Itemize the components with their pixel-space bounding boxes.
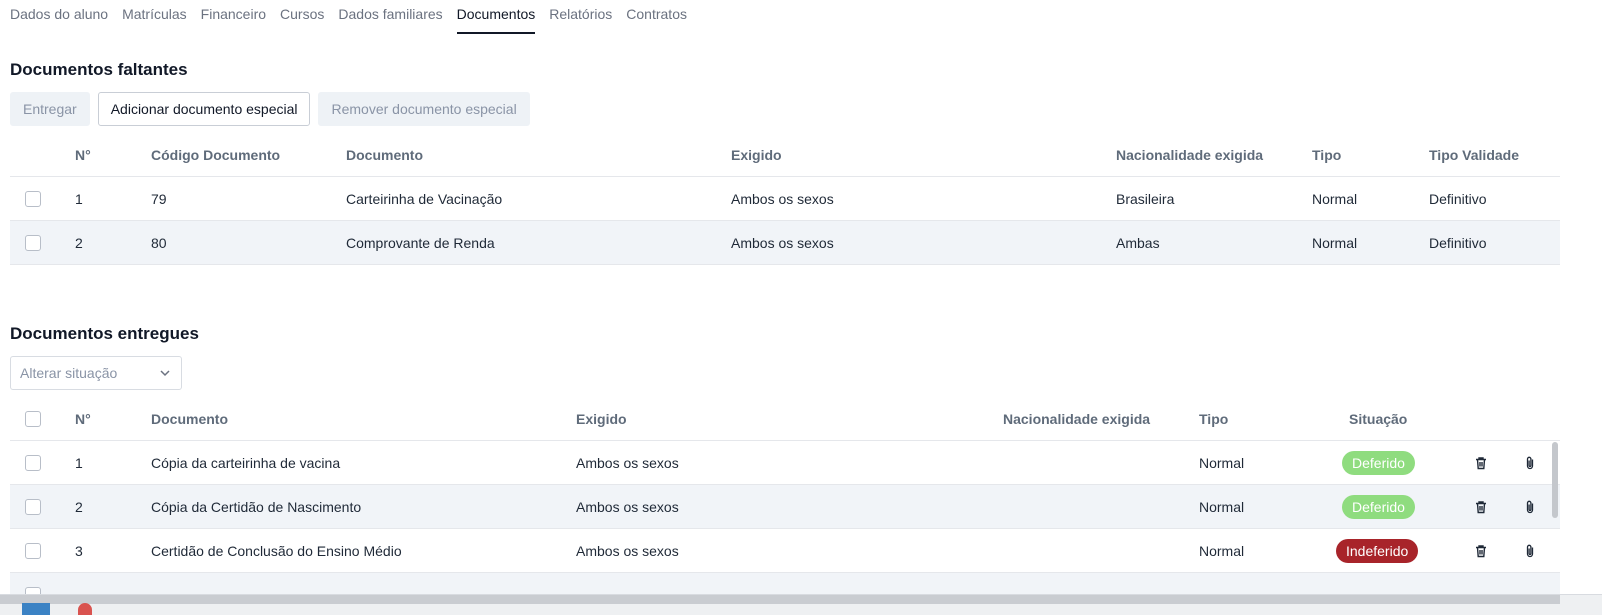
cell-required: Ambos os sexos — [731, 190, 834, 207]
header-required: Exigido — [731, 146, 782, 163]
header-code: Código Documento — [151, 146, 281, 163]
tab-documentos[interactable]: Documentos — [456, 0, 536, 34]
delivered-documents-title: Documentos entregues — [10, 324, 199, 343]
cell-document: Certidão de Conclusão do Ensino Médio — [151, 542, 402, 559]
cell-num: 1 — [75, 190, 83, 207]
vertical-scrollbar[interactable] — [1552, 442, 1558, 518]
chevron-down-icon — [160, 370, 170, 377]
cell-num: 2 — [75, 498, 83, 515]
delivered-documents-table: N° Documento Exigido Nacionalidade exigi… — [10, 397, 1560, 615]
status-select[interactable]: Alterar situação — [10, 356, 182, 390]
cell-nationality: Ambas — [1116, 234, 1160, 251]
header-status: Situação — [1349, 410, 1408, 427]
cell-document: Carteirinha de Vacinação — [346, 190, 503, 207]
add-special-document-button[interactable]: Adicionar documento especial — [97, 92, 311, 126]
header-type: Tipo — [1199, 410, 1229, 427]
taskbar-app-icon[interactable] — [22, 603, 50, 615]
row-checkbox[interactable] — [25, 454, 41, 471]
cell-required: Ambos os sexos — [576, 454, 679, 471]
cell-type: Normal — [1199, 498, 1245, 515]
status-badge: Deferido — [1342, 494, 1415, 519]
paperclip-icon[interactable] — [1522, 543, 1538, 559]
row-checkbox[interactable] — [25, 234, 41, 251]
cell-required: Ambos os sexos — [576, 498, 679, 515]
trash-icon[interactable] — [1473, 543, 1489, 559]
trash-icon[interactable] — [1473, 499, 1489, 515]
deliver-button[interactable]: Entregar — [10, 92, 90, 126]
cell-required: Ambos os sexos — [576, 542, 679, 559]
paperclip-icon[interactable] — [1522, 455, 1538, 471]
paperclip-icon[interactable] — [1522, 499, 1538, 515]
tab-relatorios[interactable]: Relatórios — [549, 0, 612, 34]
header-type: Tipo — [1312, 146, 1342, 163]
table-row: 1 79 Carteirinha de Vacinação Ambos os s… — [10, 177, 1560, 221]
cell-validity: Definitivo — [1429, 190, 1487, 207]
tab-dados-do-aluno[interactable]: Dados do aluno — [10, 0, 108, 34]
status-badge: Indeferido — [1336, 538, 1419, 563]
header-nationality: Nacionalidade exigida — [1003, 410, 1151, 427]
header-num: N° — [75, 410, 91, 427]
cell-type: Normal — [1199, 454, 1245, 471]
tab-dados-familiares[interactable]: Dados familiares — [338, 0, 442, 34]
cell-type: Normal — [1312, 234, 1358, 251]
row-checkbox[interactable] — [25, 498, 41, 515]
remove-special-document-button[interactable]: Remover documento especial — [318, 92, 530, 126]
cell-num: 3 — [75, 542, 83, 559]
cell-document: Cópia da Certidão de Nascimento — [151, 498, 362, 515]
table-row: 3 Certidão de Conclusão do Ensino Médio … — [10, 529, 1560, 573]
tab-cursos[interactable]: Cursos — [280, 0, 324, 34]
missing-documents-toolbar: Entregar Adicionar documento especial Re… — [10, 92, 530, 126]
header-validity: Tipo Validade — [1429, 146, 1519, 163]
table-header: N° Código Documento Documento Exigido Na… — [10, 133, 1560, 177]
trash-icon[interactable] — [1473, 455, 1489, 471]
tab-bar: Dados do aluno Matrículas Financeiro Cur… — [10, 0, 687, 34]
header-document: Documento — [151, 410, 228, 427]
missing-documents-title: Documentos faltantes — [10, 60, 188, 79]
status-badge: Deferido — [1342, 450, 1415, 475]
header-nationality: Nacionalidade exigida — [1116, 146, 1264, 163]
table-row: 2 80 Comprovante de Renda Ambos os sexos… — [10, 221, 1560, 265]
tab-financeiro[interactable]: Financeiro — [201, 0, 266, 34]
header-document: Documento — [346, 146, 423, 163]
table-row: 1 Cópia da carteirinha de vacina Ambos o… — [10, 441, 1560, 485]
row-checkbox[interactable] — [25, 542, 41, 559]
row-checkbox[interactable] — [25, 190, 41, 207]
table-row: 2 Cópia da Certidão de Nascimento Ambos … — [10, 485, 1560, 529]
cell-document: Cópia da carteirinha de vacina — [151, 454, 341, 471]
status-select-placeholder: Alterar situação — [20, 365, 118, 381]
cell-validity: Definitivo — [1429, 234, 1487, 251]
cell-nationality: Brasileira — [1116, 190, 1175, 207]
select-all-checkbox[interactable] — [25, 410, 41, 427]
cell-code: 80 — [151, 234, 167, 251]
cell-type: Normal — [1312, 190, 1358, 207]
cell-type: Normal — [1199, 542, 1245, 559]
cell-num: 1 — [75, 454, 83, 471]
header-required: Exigido — [576, 410, 627, 427]
horizontal-scrollbar[interactable] — [0, 595, 1560, 604]
header-num: N° — [75, 146, 91, 163]
cell-num: 2 — [75, 234, 83, 251]
cell-document: Comprovante de Renda — [346, 234, 495, 251]
table-header: N° Documento Exigido Nacionalidade exigi… — [10, 397, 1560, 441]
cell-code: 79 — [151, 190, 167, 207]
taskbar-browser-icon[interactable] — [78, 603, 92, 615]
tab-contratos[interactable]: Contratos — [626, 0, 687, 34]
cell-required: Ambos os sexos — [731, 234, 834, 251]
missing-documents-table: N° Código Documento Documento Exigido Na… — [10, 133, 1560, 265]
tab-matriculas[interactable]: Matrículas — [122, 0, 187, 34]
